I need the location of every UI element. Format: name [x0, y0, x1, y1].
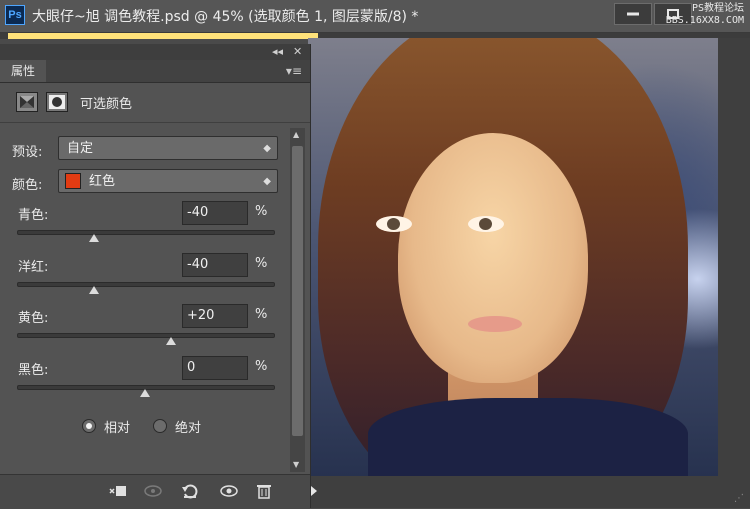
minimize-button[interactable]: [614, 3, 652, 25]
delete-icon[interactable]: [254, 481, 274, 501]
slider-thumb[interactable]: [165, 337, 176, 345]
percent-unit: %: [255, 256, 268, 271]
watermark-line-1: PS教程论坛: [691, 3, 744, 14]
slider-thumb[interactable]: [140, 389, 150, 397]
panel-tab-row: 属性 ▾≡: [0, 60, 310, 83]
reset-icon[interactable]: [180, 481, 200, 501]
panel-scrollbar[interactable]: ▲ ▼: [290, 128, 305, 472]
collapse-icon[interactable]: ◂◂: [272, 45, 283, 58]
scroll-thumb[interactable]: [292, 146, 303, 436]
slider-label: 黄色:: [18, 311, 49, 326]
canvas-photo[interactable]: [308, 38, 718, 476]
slider-value-input[interactable]: +20: [182, 304, 248, 328]
scroll-up-icon[interactable]: ▲: [293, 130, 299, 139]
slider-track[interactable]: [17, 282, 275, 287]
radio-absolute[interactable]: [153, 419, 167, 433]
preset-label: 预设:: [12, 145, 43, 160]
chevron-updown-icon: ◆: [263, 143, 271, 154]
title-bar: Ps 大眼仔~旭 调色教程.psd @ 45% (选取颜色 1, 图层蒙版/8)…: [0, 0, 750, 33]
scroll-down-icon[interactable]: ▼: [293, 460, 299, 469]
layer-name: 可选颜色: [80, 97, 133, 112]
slider-track[interactable]: [17, 230, 275, 235]
visibility-icon[interactable]: [219, 481, 239, 501]
radio-relative[interactable]: [82, 419, 96, 433]
colors-dropdown[interactable]: 红色 ◆: [58, 169, 278, 193]
panel-expand-icon[interactable]: [311, 486, 317, 496]
radio-relative-label[interactable]: 相对: [104, 417, 130, 436]
slider-track[interactable]: [17, 333, 275, 338]
slider-label: 黑色:: [18, 363, 49, 378]
properties-panel: ◂◂ ✕ 属性 ▾≡ 可选颜色 预设: 自定 ◆ 颜色: 红色 ◆ 青色: -4…: [0, 44, 311, 509]
radio-absolute-label[interactable]: 绝对: [175, 417, 201, 436]
panel-menu-icon[interactable]: ▾≡: [286, 64, 302, 78]
ps-logo-icon: Ps: [5, 5, 25, 25]
percent-unit: %: [255, 307, 268, 322]
mask-icon[interactable]: [46, 92, 68, 112]
minimize-icon: [627, 12, 639, 16]
photo-eye-right: [468, 216, 504, 232]
preset-dropdown[interactable]: 自定 ◆: [58, 136, 278, 160]
chevron-updown-icon: ◆: [263, 176, 271, 187]
view-previous-icon[interactable]: [143, 481, 163, 501]
colors-label: 颜色:: [12, 178, 43, 193]
slider-value-input[interactable]: -40: [182, 201, 248, 225]
color-swatch: [65, 173, 81, 189]
slider-thumb[interactable]: [88, 234, 99, 242]
slider-value-input[interactable]: -40: [182, 253, 248, 277]
slider-thumb[interactable]: [88, 286, 99, 294]
close-icon[interactable]: ✕: [293, 45, 302, 58]
panel-footer-toolbar: [0, 474, 310, 509]
slider-label: 青色:: [18, 208, 49, 223]
photo-eye-left: [376, 216, 412, 232]
preset-value: 自定: [67, 141, 94, 156]
slider-value-input[interactable]: 0: [182, 356, 248, 380]
slider-label: 洋红:: [18, 260, 49, 275]
tab-properties[interactable]: 属性: [0, 60, 46, 82]
document-title: 大眼仔~旭 调色教程.psd @ 45% (选取颜色 1, 图层蒙版/8) *: [32, 9, 419, 25]
panel-header: ◂◂ ✕: [0, 44, 310, 60]
highlight-strip: [8, 33, 318, 39]
watermark-line-2: BBS.16XX8.COM: [665, 15, 744, 26]
photo-lips: [468, 316, 522, 332]
photo-shirt: [368, 398, 688, 476]
layer-row: 可选颜色: [0, 82, 310, 123]
percent-unit: %: [255, 204, 268, 219]
percent-unit: %: [255, 359, 268, 374]
clip-to-layer-icon[interactable]: [108, 481, 128, 501]
resize-grip-icon[interactable]: ⋰: [734, 493, 744, 504]
watermark: PS教程论坛 BBS.16XX8.COM: [666, 3, 744, 27]
photo-face: [398, 133, 588, 383]
colors-value: 红色: [89, 174, 116, 189]
adjustment-layer-icon[interactable]: [16, 92, 38, 112]
